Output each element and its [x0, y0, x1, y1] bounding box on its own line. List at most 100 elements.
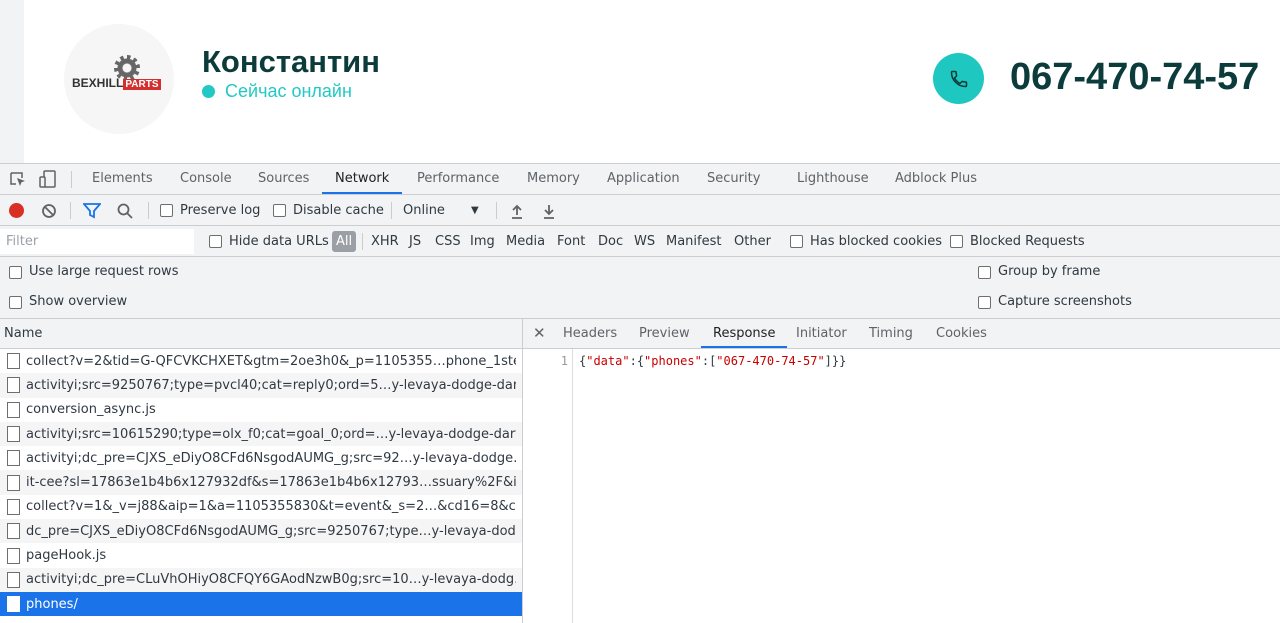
filter-icon[interactable] — [83, 203, 101, 219]
has-blocked-cookies-checkbox[interactable] — [790, 235, 803, 248]
blocked-requests-checkbox[interactable] — [950, 235, 963, 248]
logo-text-main: BEXHILL — [72, 76, 124, 90]
filter-type-other[interactable]: Other — [734, 226, 771, 257]
tab-security[interactable]: Security — [707, 164, 760, 194]
tab-sources[interactable]: Sources — [258, 164, 309, 194]
record-icon[interactable] — [9, 203, 24, 218]
toolbar-separator — [148, 202, 149, 219]
request-row[interactable]: activityi;dc_pre=CLuVhOHiyO8CFQY6GAodNzw… — [0, 567, 522, 592]
json-punct: :{ — [629, 354, 645, 368]
filter-type-css[interactable]: CSS — [435, 226, 461, 257]
request-row[interactable]: collect?v=2&tid=G-QFCVKCHXET&gtm=2oe3h0&… — [0, 349, 522, 373]
show-overview-label: Show overview — [29, 294, 128, 309]
disable-cache-checkbox[interactable] — [273, 204, 286, 217]
request-row[interactable]: activityi;src=10615290;type=olx_f0;cat=g… — [0, 421, 522, 447]
online-status: Сейчас онлайн — [202, 81, 352, 102]
online-status-text: Сейчас онлайн — [225, 81, 352, 101]
group-by-frame-label: Group by frame — [998, 264, 1101, 279]
tab-response[interactable]: Response — [701, 319, 788, 348]
network-toolbar: Preserve log Disable cache Online ▼ — [0, 195, 1280, 226]
disable-cache-label: Disable cache — [293, 203, 384, 218]
request-name: phones/ — [26, 596, 78, 612]
tab-elements[interactable]: Elements — [92, 164, 153, 194]
large-rows-checkbox[interactable] — [9, 266, 22, 279]
file-icon — [7, 523, 20, 540]
filter-type-all[interactable]: All — [332, 231, 357, 252]
group-by-frame-checkbox[interactable] — [978, 266, 991, 279]
file-icon — [7, 426, 20, 443]
device-toolbar-icon[interactable] — [38, 170, 58, 188]
tab-network[interactable]: Network — [322, 164, 403, 194]
request-name: collect?v=2&tid=G-QFCVKCHXET&gtm=2oe3h0&… — [26, 353, 516, 369]
request-name: it-cee?sl=17863e1b4b6x127932df&s=17863e1… — [26, 475, 516, 491]
call-button[interactable] — [933, 53, 984, 104]
tab-adblock-plus[interactable]: Adblock Plus — [895, 164, 977, 194]
filter-type-doc[interactable]: Doc — [598, 226, 623, 257]
throttling-select[interactable]: Online — [403, 195, 445, 226]
file-icon — [7, 498, 20, 515]
file-icon — [7, 547, 20, 564]
request-row[interactable]: pageHook.js — [0, 543, 522, 567]
request-name: activityi;dc_pre=CLuVhOHiyO8CFQY6GAodNzw… — [26, 572, 516, 588]
json-punct: :[ — [701, 354, 717, 368]
import-har-icon[interactable] — [510, 203, 524, 219]
request-row[interactable]: phones/ — [0, 591, 522, 617]
devtools-tabbar: Elements Console Sources Network Perform… — [0, 164, 1280, 195]
tab-preview[interactable]: Preview — [639, 319, 690, 348]
request-row[interactable]: collect?v=1&_v=j88&aip=1&a=1105355830&t=… — [0, 495, 522, 519]
manager-name: Константин — [202, 44, 380, 79]
chevron-down-icon[interactable]: ▼ — [471, 195, 479, 226]
phone-icon — [950, 70, 967, 87]
response-body[interactable]: {"data":{"phones":["067-470-74-57"]}} — [579, 354, 846, 368]
filter-type-media[interactable]: Media — [506, 226, 545, 257]
request-name: pageHook.js — [26, 548, 107, 564]
page-left-strip — [0, 0, 24, 163]
request-row[interactable]: activityi;src=9250767;type=pvcl40;cat=re… — [0, 373, 522, 398]
line-gutter: 1 — [523, 349, 573, 623]
name-column-header[interactable]: Name — [0, 318, 522, 349]
tab-timing[interactable]: Timing — [869, 319, 913, 348]
filter-type-img[interactable]: Img — [470, 226, 495, 257]
tab-cookies[interactable]: Cookies — [936, 319, 987, 348]
tab-application[interactable]: Application — [607, 164, 680, 194]
filter-bar: Filter Hide data URLs All XHR JS CSS Img… — [0, 226, 1280, 257]
logo-text-parts: PARTS — [123, 79, 161, 90]
filter-type-xhr[interactable]: XHR — [371, 226, 399, 257]
hide-data-urls-checkbox[interactable] — [209, 235, 222, 248]
file-icon — [7, 571, 20, 588]
inspect-element-icon[interactable] — [8, 170, 28, 188]
tab-performance[interactable]: Performance — [417, 164, 499, 194]
request-name: activityi;src=9250767;type=pvcl40;cat=re… — [26, 377, 516, 393]
clear-icon[interactable] — [41, 203, 57, 219]
request-row[interactable]: dc_pre=CJXS_eDiyO8CFd6NsgodAUMG_g;src=92… — [0, 519, 522, 544]
filter-input[interactable]: Filter — [0, 229, 194, 254]
json-punct: ]}} — [824, 354, 847, 368]
filter-type-js[interactable]: JS — [409, 226, 421, 257]
toolbar-separator — [70, 202, 71, 219]
search-icon[interactable] — [117, 203, 133, 219]
filter-type-manifest[interactable]: Manifest — [666, 226, 721, 257]
toolbar-separator — [496, 202, 497, 219]
filter-type-font[interactable]: Font — [557, 226, 585, 257]
settings-row-2: Show overview Capture screenshots — [0, 287, 1280, 318]
request-row[interactable]: activityi;dc_pre=CJXS_eDiyO8CFd6NsgodAUM… — [0, 446, 522, 470]
request-row[interactable]: it-cee?sl=17863e1b4b6x127932df&s=17863e1… — [0, 470, 522, 495]
line-number: 1 — [560, 354, 568, 368]
close-icon[interactable]: ✕ — [533, 319, 546, 348]
capture-screenshots-checkbox[interactable] — [978, 296, 991, 309]
tab-initiator[interactable]: Initiator — [796, 319, 847, 348]
tab-lighthouse[interactable]: Lighthouse — [797, 164, 869, 194]
export-har-icon[interactable] — [542, 203, 556, 219]
tab-memory[interactable]: Memory — [527, 164, 580, 194]
devtools-panel: Elements Console Sources Network Perform… — [0, 163, 1280, 623]
filter-type-ws[interactable]: WS — [634, 226, 655, 257]
show-overview-checkbox[interactable] — [9, 296, 22, 309]
request-name: conversion_async.js — [26, 402, 156, 418]
request-list: collect?v=2&tid=G-QFCVKCHXET&gtm=2oe3h0&… — [0, 349, 522, 623]
tab-headers[interactable]: Headers — [563, 319, 617, 348]
phone-number[interactable]: 067-470-74-57 — [1010, 56, 1259, 99]
response-viewer[interactable]: 1 {"data":{"phones":["067-470-74-57"]}} — [523, 349, 1280, 623]
preserve-log-checkbox[interactable] — [160, 204, 173, 217]
request-row[interactable]: conversion_async.js — [0, 398, 522, 422]
tab-console[interactable]: Console — [180, 164, 232, 194]
